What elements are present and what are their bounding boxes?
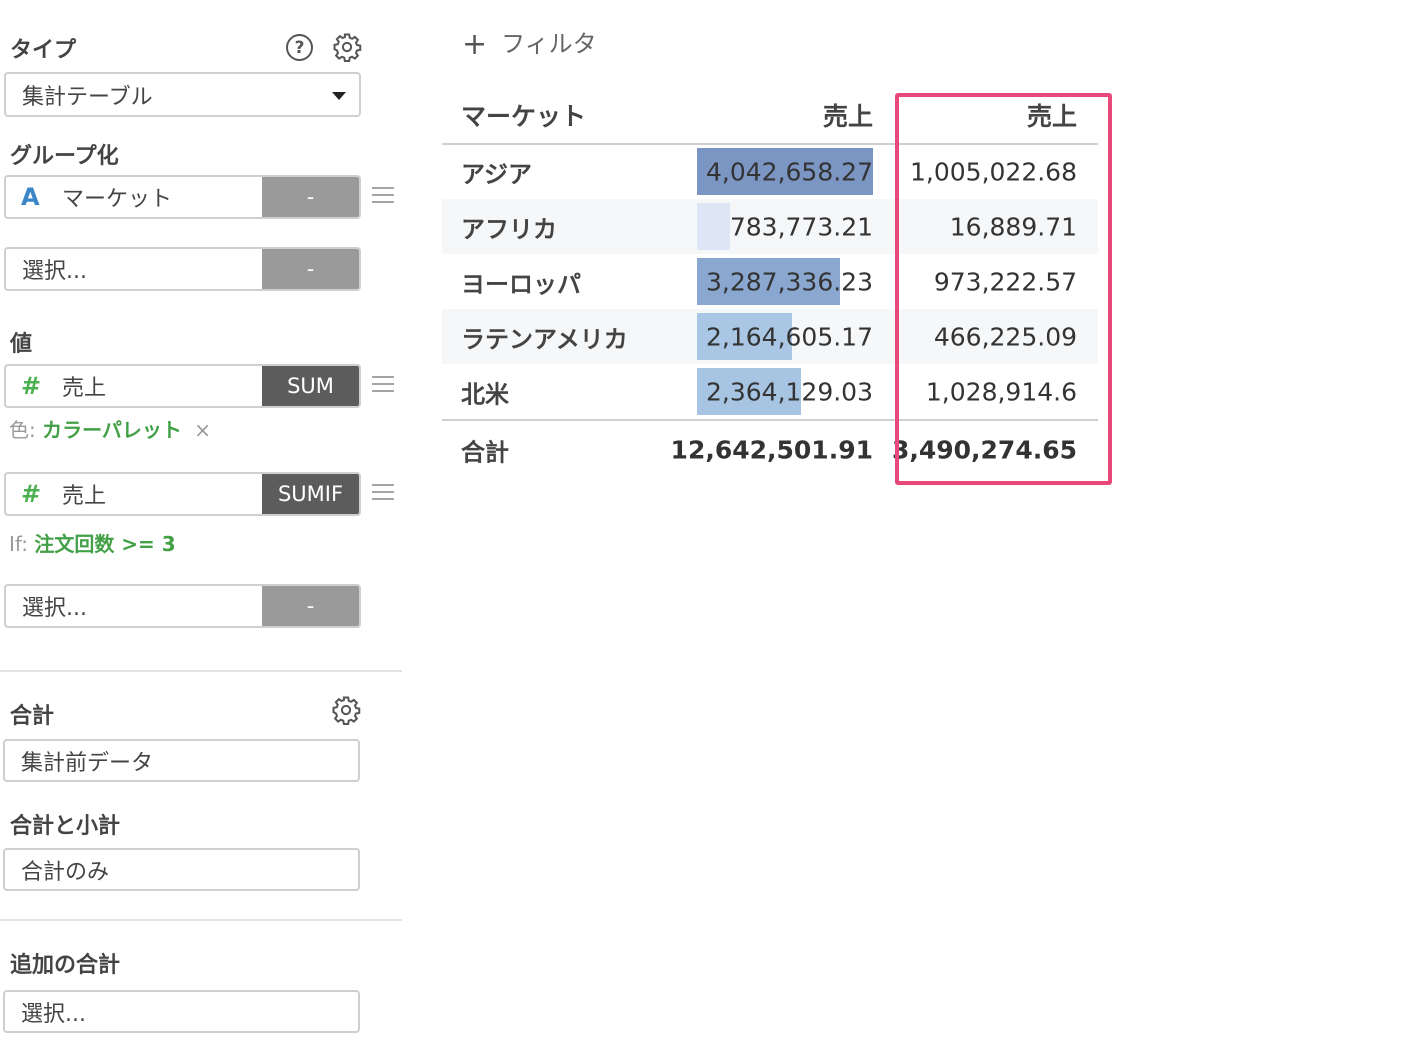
- aggregation-sumif-button[interactable]: SUMIF: [262, 474, 359, 514]
- extra-total-select[interactable]: 選択...: [3, 990, 360, 1033]
- add-filter-label: フィルタ: [501, 30, 597, 58]
- row-label: ヨーロッパ: [461, 270, 581, 298]
- group-field-label: マーケット: [62, 187, 173, 212]
- value-section-title: 値: [10, 332, 33, 357]
- group-section-title: グループ化: [10, 144, 119, 169]
- drag-handle-icon[interactable]: [372, 376, 394, 394]
- add-filter-button[interactable]: + フィルタ: [462, 24, 597, 62]
- total-select-value: 集計前データ: [21, 750, 154, 776]
- drag-handle-icon[interactable]: [372, 187, 394, 205]
- total-section-title: 合計: [10, 704, 55, 729]
- group-field-market[interactable]: A マーケット -: [4, 175, 361, 219]
- subtotal-select-value: 合計のみ: [21, 859, 110, 885]
- cell-sales-sum: 2,364,129.03: [706, 377, 873, 406]
- type-select[interactable]: 集計テーブル: [4, 72, 361, 117]
- value-field-sales-sumif[interactable]: # 売上 SUMIF: [4, 472, 361, 516]
- divider: [0, 919, 402, 921]
- subtotal-select[interactable]: 合計のみ: [3, 848, 360, 891]
- text-type-icon: A: [21, 183, 40, 211]
- group-select-placeholder: 選択...: [22, 259, 87, 284]
- type-section-title: タイプ: [10, 38, 77, 63]
- cell-sales-sum: 2,164,605.17: [706, 322, 873, 351]
- group-select-action-button[interactable]: -: [262, 249, 359, 289]
- column-header-market[interactable]: マーケット: [461, 97, 586, 133]
- drag-handle-icon[interactable]: [372, 484, 394, 502]
- value-field-label: 売上: [62, 484, 107, 509]
- total-settings-gear-icon[interactable]: [331, 695, 361, 725]
- value-select[interactable]: 選択... -: [4, 584, 361, 628]
- group-field-action-button[interactable]: -: [262, 177, 359, 217]
- type-settings-gear-icon[interactable]: [332, 32, 362, 62]
- total-row-label: 合計: [461, 438, 509, 467]
- row-label: アフリカ: [461, 215, 557, 243]
- extra-total-select-value: 選択...: [21, 1001, 86, 1027]
- aggregation-sum-button[interactable]: SUM: [262, 366, 359, 406]
- color-setting: 色: カラーパレット ×: [9, 418, 212, 442]
- if-condition: If: 注文回数 >= 3: [9, 532, 176, 556]
- cell-sales-sum: 4,042,658.27: [706, 157, 873, 186]
- row-label: アジア: [461, 160, 533, 188]
- value-field-sales-sum[interactable]: # 売上 SUM: [4, 364, 361, 408]
- row-label: 北米: [461, 380, 509, 408]
- cell-sales-sum: 3,287,336.23: [706, 267, 873, 296]
- value-select-action-button[interactable]: -: [262, 586, 359, 626]
- total-select[interactable]: 集計前データ: [3, 739, 360, 782]
- number-type-icon: #: [21, 480, 42, 508]
- number-type-icon: #: [21, 372, 42, 400]
- data-bar: [697, 203, 730, 250]
- value-select-placeholder: 選択...: [22, 596, 87, 621]
- cell-sales-sum: 783,773.21: [729, 212, 873, 241]
- group-select[interactable]: 選択... -: [4, 247, 361, 291]
- row-label: ラテンアメリカ: [461, 325, 628, 353]
- type-select-value: 集計テーブル: [22, 84, 153, 110]
- help-icon[interactable]: ?: [286, 34, 313, 61]
- value-field-label: 売上: [62, 376, 107, 401]
- total-sales-sum: 12,642,501.91: [670, 435, 873, 465]
- if-condition-link[interactable]: 注文回数 >= 3: [34, 532, 175, 556]
- subtotal-section-title: 合計と小計: [10, 814, 121, 839]
- divider: [0, 670, 402, 672]
- column-header-sales-sum[interactable]: 売上: [823, 97, 873, 133]
- highlight-box: [895, 93, 1112, 485]
- remove-color-icon[interactable]: ×: [194, 418, 211, 442]
- settings-sidebar: タイプ ? 集計テーブル グループ化 A マーケット - 選択... - 値 #…: [0, 0, 402, 1050]
- plus-icon: +: [462, 27, 488, 62]
- color-palette-link[interactable]: カラーパレット: [42, 418, 182, 442]
- extra-total-section-title: 追加の合計: [10, 953, 121, 978]
- chevron-down-icon: [332, 91, 346, 100]
